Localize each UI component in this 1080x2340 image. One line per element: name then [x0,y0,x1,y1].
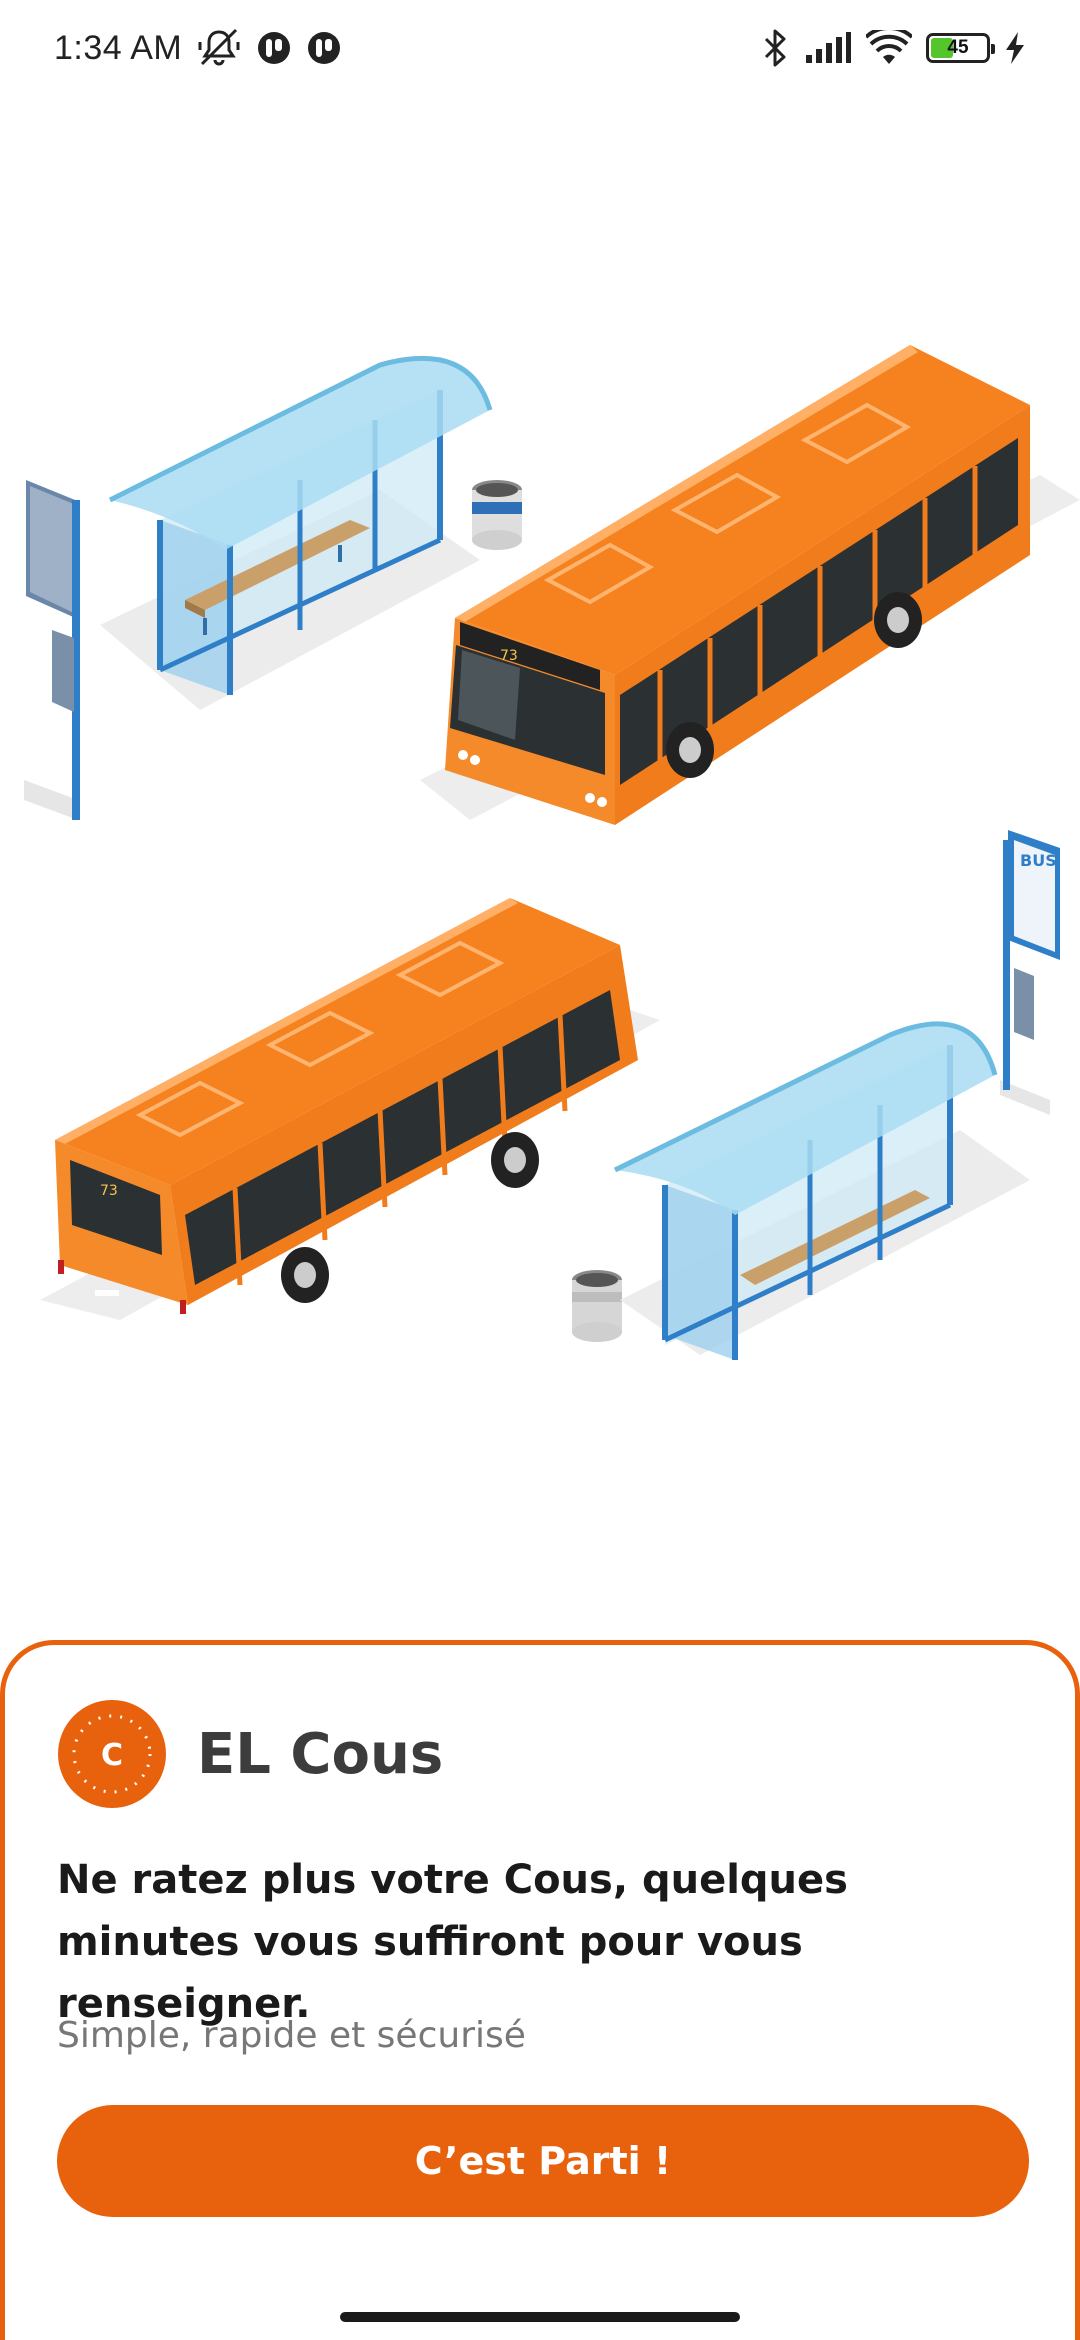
app-name: EL Cous [197,1721,444,1787]
start-button[interactable]: C’est Parti ! [57,2105,1029,2217]
trash-bin-upper [472,480,522,550]
notification-icon [306,30,342,66]
notification-icon [256,30,292,66]
welcome-subtitle: Simple, rapide et sécurisé [57,2015,526,2056]
bus-stop-sign-right: BUS [1000,830,1060,1115]
app-logo-letter: C [101,1738,123,1773]
status-left: 1:34 AM [54,28,342,68]
charging-icon [1004,31,1026,65]
home-indicator[interactable] [340,2312,740,2322]
app-logo-icon: C [58,1700,166,1808]
brand-header: C EL Cous [57,1699,443,1809]
welcome-headline: Ne ratez plus votre Cous, quelques minut… [57,1857,848,2027]
status-bar: 1:34 AM 45 [0,0,1080,96]
info-sign-left [24,480,80,820]
bus-number-front: 73 [500,648,518,664]
bus-number-rear: 73 [100,1183,118,1199]
battery-icon: 45 [926,33,995,63]
signal-icon [804,31,852,65]
battery-tip [991,44,995,54]
status-right: 45 [760,29,1026,67]
mute-icon [196,28,242,68]
bus-shelter-upper [100,356,493,710]
status-time: 1:34 AM [54,28,183,67]
bus-shelter-lower [613,1021,1030,1360]
battery-level: 45 [947,37,969,58]
bus-lower: 73 [40,898,660,1320]
bus-upper: 73 [420,345,1080,825]
bus-stop-sign-label: BUS [1020,851,1057,870]
bus-stop-illustration: 73 73 BUS [24,345,1080,1360]
welcome-card: C EL Cous Ne ratez plus votre Cous, quel… [0,1640,1080,2340]
splash-screen: 1:34 AM 45 73 73 BUS C EL Cous Ne ratez … [0,0,1080,2340]
wifi-icon [866,30,912,66]
trash-bin-lower [572,1270,622,1342]
bluetooth-icon [760,29,790,67]
